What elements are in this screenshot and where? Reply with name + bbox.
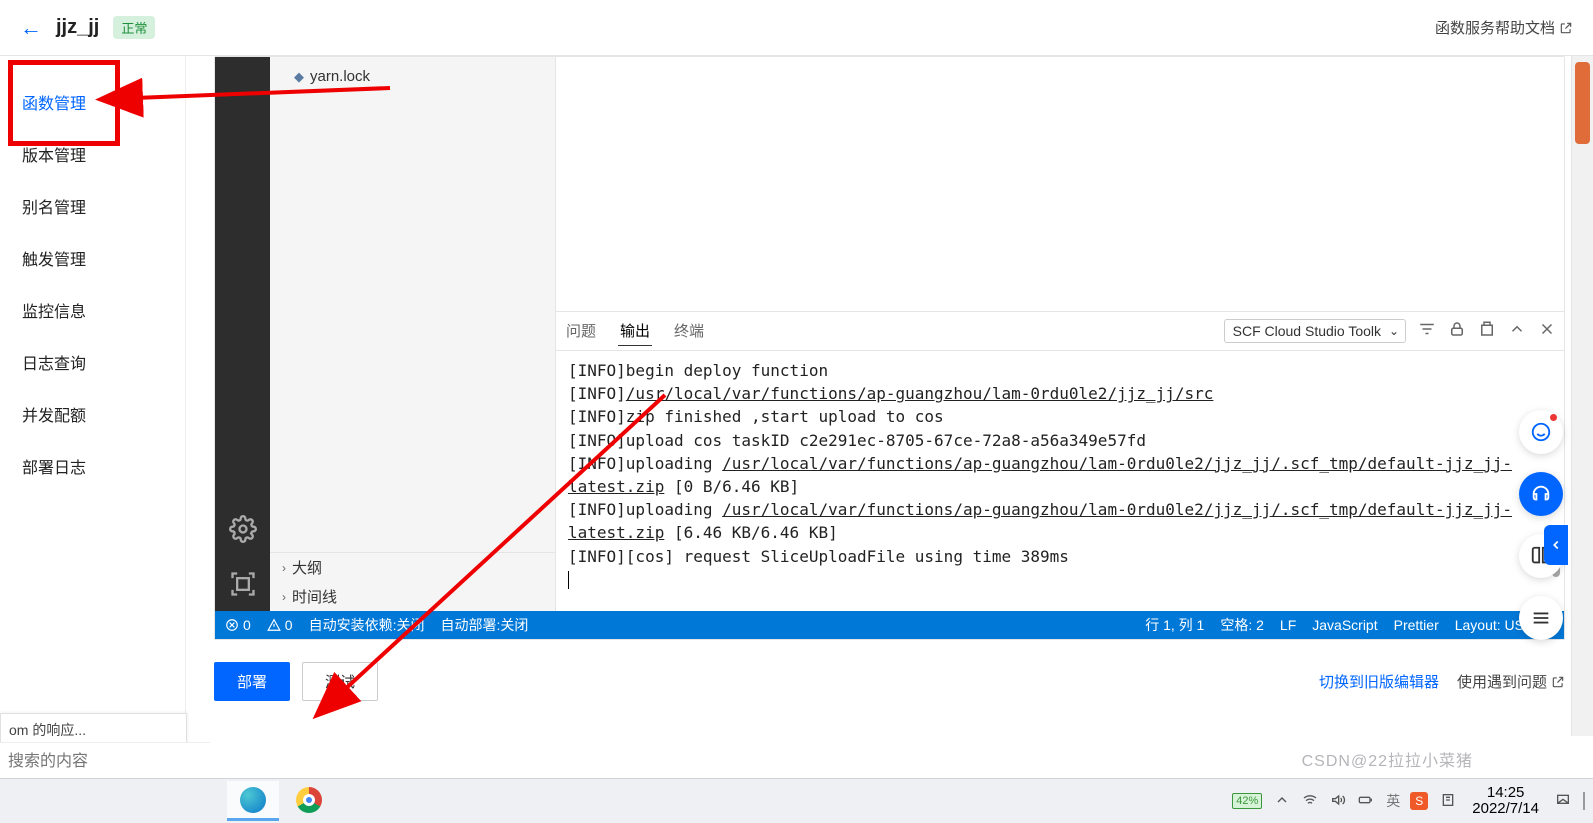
output-source-select[interactable]: SCF Cloud Studio Toolk ⌄ (1224, 319, 1406, 343)
test-button[interactable]: 测试 (302, 662, 378, 701)
os-search-input[interactable] (0, 742, 210, 781)
statusbar-auto-deploy[interactable]: 自动部署:关闭 (440, 615, 528, 635)
sidebar-item-monitor[interactable]: 监控信息 (0, 284, 185, 336)
output-content[interactable]: [INFO]begin deploy function [INFO]/usr/l… (556, 351, 1564, 611)
sidebar-item-function-mgmt[interactable]: 函数管理 (0, 76, 185, 128)
sidebar-item-concurrency[interactable]: 并发配额 (0, 388, 185, 440)
sidebar-item-version-mgmt[interactable]: 版本管理 (0, 128, 185, 180)
battery-status-icon[interactable] (1358, 792, 1374, 811)
statusbar-spaces[interactable]: 空格: 2 (1220, 615, 1264, 635)
switch-legacy-editor-link[interactable]: 切换到旧版编辑器 (1319, 671, 1439, 692)
sidebar-item-trigger-mgmt[interactable]: 触发管理 (0, 232, 185, 284)
file-explorer: ◆ yarn.lock (270, 57, 555, 552)
page-scrollbar-thumb[interactable] (1575, 62, 1590, 144)
editor-statusbar: 0 0 自动安装依赖:关闭 自动部署:关闭 行 1, 列 1 空格: 2 LF … (215, 611, 1564, 639)
close-panel-icon[interactable] (1538, 320, 1556, 343)
code-editor-panel: ◆ yarn.lock › 大纲 › 时间线 (214, 56, 1565, 640)
output-cursor (568, 571, 569, 589)
filter-icon[interactable] (1418, 320, 1436, 343)
taskbar-app-chrome[interactable] (283, 781, 335, 821)
collapse-fab-tab[interactable] (1544, 525, 1568, 565)
status-badge: 正常 (113, 16, 155, 39)
tab-output[interactable]: 输出 (618, 316, 652, 346)
file-item-yarn-lock[interactable]: ◆ yarn.lock (270, 65, 555, 88)
edge-icon (240, 787, 266, 813)
sogou-ime-icon[interactable]: S (1410, 792, 1428, 810)
chrome-icon (296, 787, 322, 813)
statusbar-warnings[interactable]: 0 (267, 617, 293, 633)
chevron-down-icon: ⌄ (1389, 324, 1399, 338)
statusbar-linecol[interactable]: 行 1, 列 1 (1145, 615, 1204, 635)
page-scrollbar[interactable] (1571, 56, 1593, 736)
statusbar-eol[interactable]: LF (1280, 617, 1296, 633)
statusbar-auto-install[interactable]: 自动安装依赖:关闭 (309, 615, 425, 635)
battery-icon[interactable]: 42% (1232, 793, 1262, 809)
tab-terminal[interactable]: 终端 (672, 316, 706, 346)
lock-icon: ◆ (294, 69, 304, 85)
chevron-right-icon: › (282, 561, 286, 575)
deploy-button[interactable]: 部署 (214, 662, 290, 701)
external-link-icon (1551, 675, 1565, 689)
wifi-icon[interactable] (1302, 792, 1318, 811)
sidebar-item-logs[interactable]: 日志查询 (0, 336, 185, 388)
feedback-fab[interactable] (1519, 410, 1563, 454)
menu-fab[interactable] (1519, 596, 1563, 640)
sidebar-item-deploy-logs[interactable]: 部署日志 (0, 440, 185, 492)
os-taskbar: 42% 英 S 14:25 2022/7/14 (0, 778, 1593, 823)
focus-icon[interactable] (229, 570, 257, 601)
statusbar-errors[interactable]: 0 (225, 617, 251, 633)
tray-chevron-up-icon[interactable] (1274, 792, 1290, 811)
minimize-tray-icon[interactable] (1583, 793, 1585, 809)
editor-canvas[interactable] (556, 57, 1564, 311)
statusbar-lang[interactable]: JavaScript (1312, 617, 1377, 633)
notes-icon[interactable] (1440, 792, 1456, 811)
feedback-link[interactable]: 使用遇到问题 (1457, 671, 1565, 692)
tab-problems[interactable]: 问题 (564, 316, 598, 346)
page-title: jjz_jj (56, 16, 99, 39)
sidebar-item-alias-mgmt[interactable]: 别名管理 (0, 180, 185, 232)
taskbar-app-edge[interactable] (227, 781, 279, 821)
support-fab[interactable] (1519, 472, 1563, 516)
statusbar-prettier[interactable]: Prettier (1394, 617, 1439, 633)
clear-output-icon[interactable] (1478, 320, 1496, 343)
chevron-right-icon: › (282, 590, 286, 604)
back-button[interactable]: ← (20, 15, 42, 41)
settings-icon[interactable] (229, 515, 257, 546)
editor-activity-bar (215, 57, 270, 611)
taskbar-clock[interactable]: 14:25 2022/7/14 (1468, 785, 1543, 818)
help-doc-link[interactable]: 函数服务帮助文档 (1435, 17, 1573, 38)
statusbar-layout[interactable]: Layout: US (1455, 617, 1524, 633)
volume-icon[interactable] (1330, 792, 1346, 811)
outline-section[interactable]: › 大纲 (270, 553, 555, 582)
collapse-panel-icon[interactable] (1508, 320, 1526, 343)
external-link-icon (1559, 21, 1573, 35)
watermark: CSDN@22拉拉小菜猪 (1302, 747, 1473, 771)
ime-indicator[interactable]: 英 (1386, 791, 1398, 811)
notification-icon[interactable] (1555, 792, 1571, 811)
timeline-section[interactable]: › 时间线 (270, 582, 555, 611)
side-nav: 函数管理 版本管理 别名管理 触发管理 监控信息 日志查询 并发配额 部署日志 (0, 56, 186, 778)
lock-scroll-icon[interactable] (1448, 320, 1466, 343)
